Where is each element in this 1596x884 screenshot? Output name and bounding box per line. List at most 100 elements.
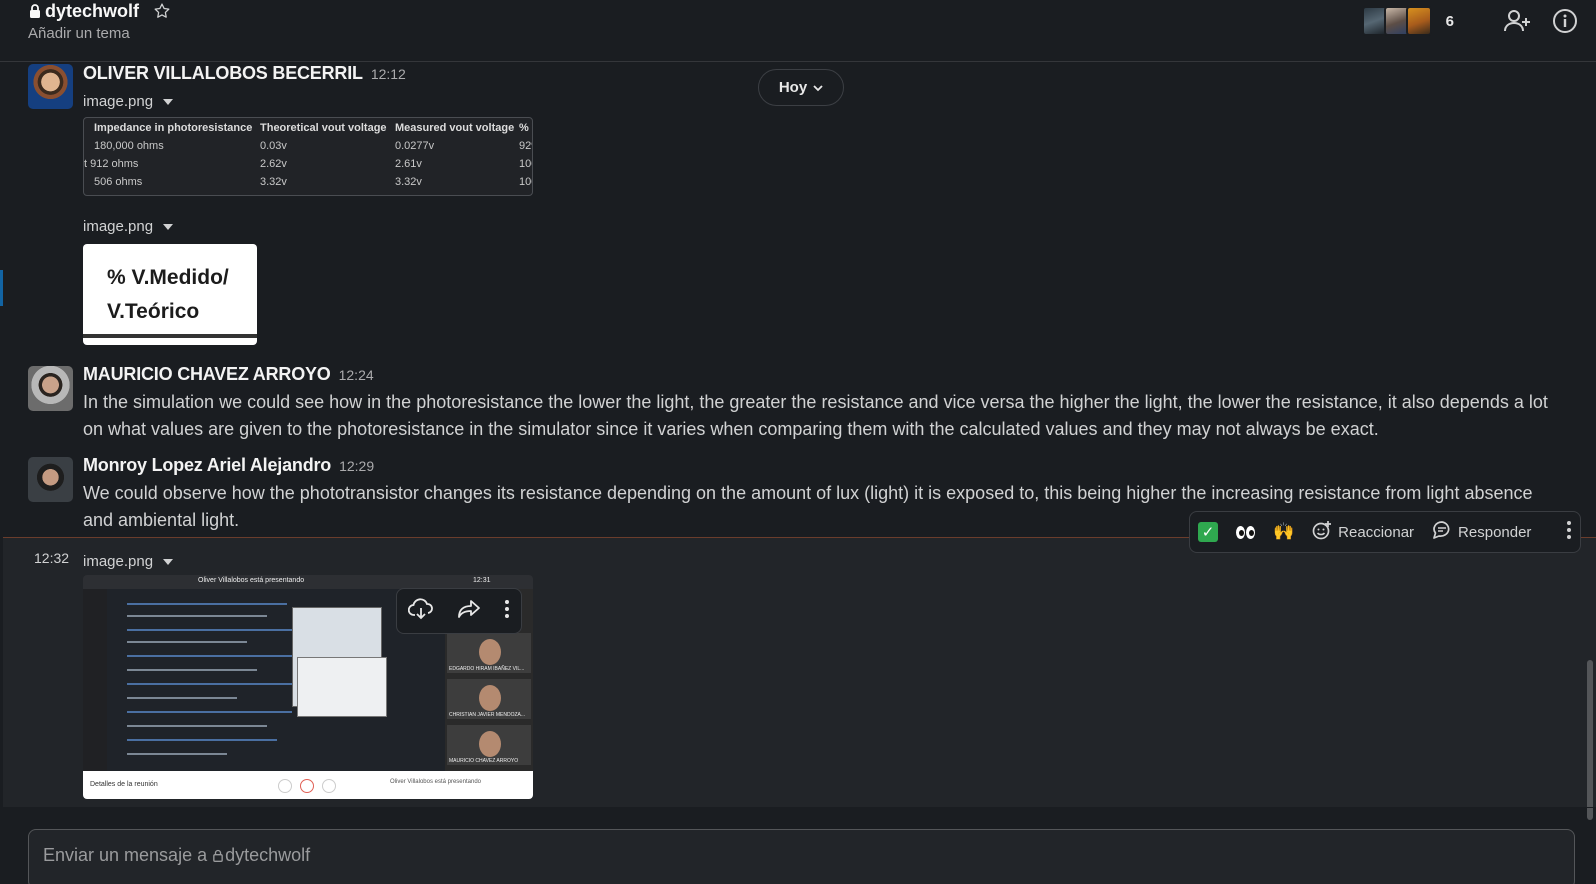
code-line [127,739,277,741]
meeting-topbar: Oliver Villalobos está presentando 12:31 [83,575,533,589]
member-avatar [1405,6,1432,36]
image-attachment[interactable]: % V.Medido/ V.Teórico [83,244,257,345]
avatar[interactable] [28,457,73,502]
header-actions: 6 [1361,6,1578,36]
table-cell: 100 [519,158,532,170]
lock-icon [29,4,41,18]
more-actions-button[interactable] [1566,520,1572,544]
table-header: % V [519,122,532,134]
message-timestamp[interactable]: 12:29 [339,458,374,474]
table-cell: 180,000 ohms [94,140,164,152]
download-icon[interactable] [408,597,434,625]
eyes-icon [1236,525,1255,539]
table-header: Measured vout voltage [395,122,515,134]
channel-header: dytechwolf Añadir un tema 6 [0,0,1596,62]
camera-icon [322,779,336,793]
participant-name: EDGARDO HIRAM IBAÑEZ VIL... [449,666,525,672]
meeting-clock: 12:31 [473,577,491,584]
message-text: In the simulation we could see how in th… [83,392,1548,439]
code-line [127,683,302,685]
file-name-toggle[interactable]: image.png [83,553,174,570]
message-author[interactable]: MAURICIO CHAVEZ ARROYO 12:24 [83,364,374,385]
meeting-controls: Detalles de la reunión Oliver Villalobos… [83,771,533,799]
table-cell: 92% [519,140,532,152]
code-line [127,711,292,713]
file-name: image.png [83,218,154,235]
participant-tile: MAURICIO CHAVEZ ARROYO [447,725,531,765]
image-text-line: % V.Medido/ [107,266,229,289]
channel-details-icon[interactable] [1552,8,1578,34]
file-name: image.png [83,553,154,570]
add-reaction-button[interactable]: Reaccionar [1312,520,1414,544]
date-divider-button[interactable]: Hoy [758,69,844,106]
star-icon[interactable] [153,2,171,20]
reply-label: Responder [1458,523,1532,541]
react-label: Reaccionar [1338,523,1415,541]
channel-title-button[interactable]: dytechwolf [29,0,171,22]
table-cell: 3.32v [260,176,287,188]
caret-down-icon [163,98,174,105]
table-cell: 2.62v [260,158,287,170]
participant-face [479,685,501,711]
code-line [127,641,247,643]
mic-icon [278,779,292,793]
code-line [127,629,307,631]
caret-down-icon [163,223,174,230]
add-member-icon[interactable] [1504,9,1532,33]
avatar[interactable] [28,64,73,109]
placeholder-prefix: Enviar un mensaje a [43,845,208,865]
participant-face [479,731,501,757]
code-line [127,697,237,699]
author-name[interactable]: Monroy Lopez Ariel Alejandro [83,455,331,475]
member-count[interactable]: 6 [1446,13,1454,30]
meeting-details-label: Detalles de la reunión [90,781,158,788]
share-icon[interactable] [457,599,481,624]
thread-icon [1432,520,1452,544]
file-name-toggle[interactable]: image.png [83,93,174,110]
message-timestamp[interactable]: 12:32 [34,550,69,566]
member-avatars-button[interactable] [1361,6,1432,36]
hangup-icon [300,779,314,793]
file-name-toggle[interactable]: image.png [83,218,174,235]
message-author[interactable]: OLIVER VILLALOBOS BECERRIL 12:12 [83,63,406,84]
unread-marker [0,270,3,306]
react-check-button[interactable]: ✓ [1198,522,1218,542]
add-topic-link[interactable]: Añadir un tema [28,25,130,42]
message-author[interactable]: Monroy Lopez Ariel Alejandro 12:29 [83,455,374,476]
more-vertical-icon[interactable] [504,599,510,624]
code-line [127,725,267,727]
table-cell: 2.61v [395,158,422,170]
meeting-title: Oliver Villalobos está presentando [198,577,305,584]
table-image-attachment[interactable]: Impedance in photoresistance Theoretical… [83,117,533,196]
table-cell: 0.03v [260,140,287,152]
react-raised-hands-button[interactable]: 🙌 [1273,522,1294,542]
table-cell: 3.32v [395,176,422,188]
author-name[interactable]: MAURICIO CHAVEZ ARROYO [83,364,331,384]
react-eyes-button[interactable] [1236,525,1255,539]
author-name[interactable]: OLIVER VILLALOBOS BECERRIL [83,63,363,83]
more-vertical-icon [1566,520,1572,544]
reply-in-thread-button[interactable]: Responder [1432,520,1531,544]
placeholder-channel: dytechwolf [225,845,311,865]
message-timestamp[interactable]: 12:12 [371,66,406,82]
file-name: image.png [83,93,154,110]
table-cell: 506 ohms [94,176,143,188]
scrollbar-thumb[interactable] [1587,660,1593,820]
composer-placeholder: Enviar un mensaje a dytechwolf [43,845,310,866]
caret-down-icon [163,558,174,565]
avatar[interactable] [28,366,73,411]
channel-name: dytechwolf [45,0,140,21]
table-cell: t 912 ohms [84,158,139,170]
image-rule [83,334,257,338]
code-line [127,669,257,671]
participant-tile: EDGARDO HIRAM IBAÑEZ VIL... [447,633,531,673]
message-timestamp[interactable]: 12:24 [339,367,374,383]
date-divider-label: Hoy [778,79,808,96]
code-line [127,615,267,617]
add-emoji-icon [1312,520,1332,544]
simulator-panel [297,657,387,717]
presenting-label: Oliver Villalobos está presentando [390,779,481,785]
table-cell: 0.0277v [395,140,435,152]
message-composer[interactable]: Enviar un mensaje a dytechwolf [28,829,1575,884]
participant-tile: CHRISTIAN JAVIER MENDOZA... [447,679,531,719]
